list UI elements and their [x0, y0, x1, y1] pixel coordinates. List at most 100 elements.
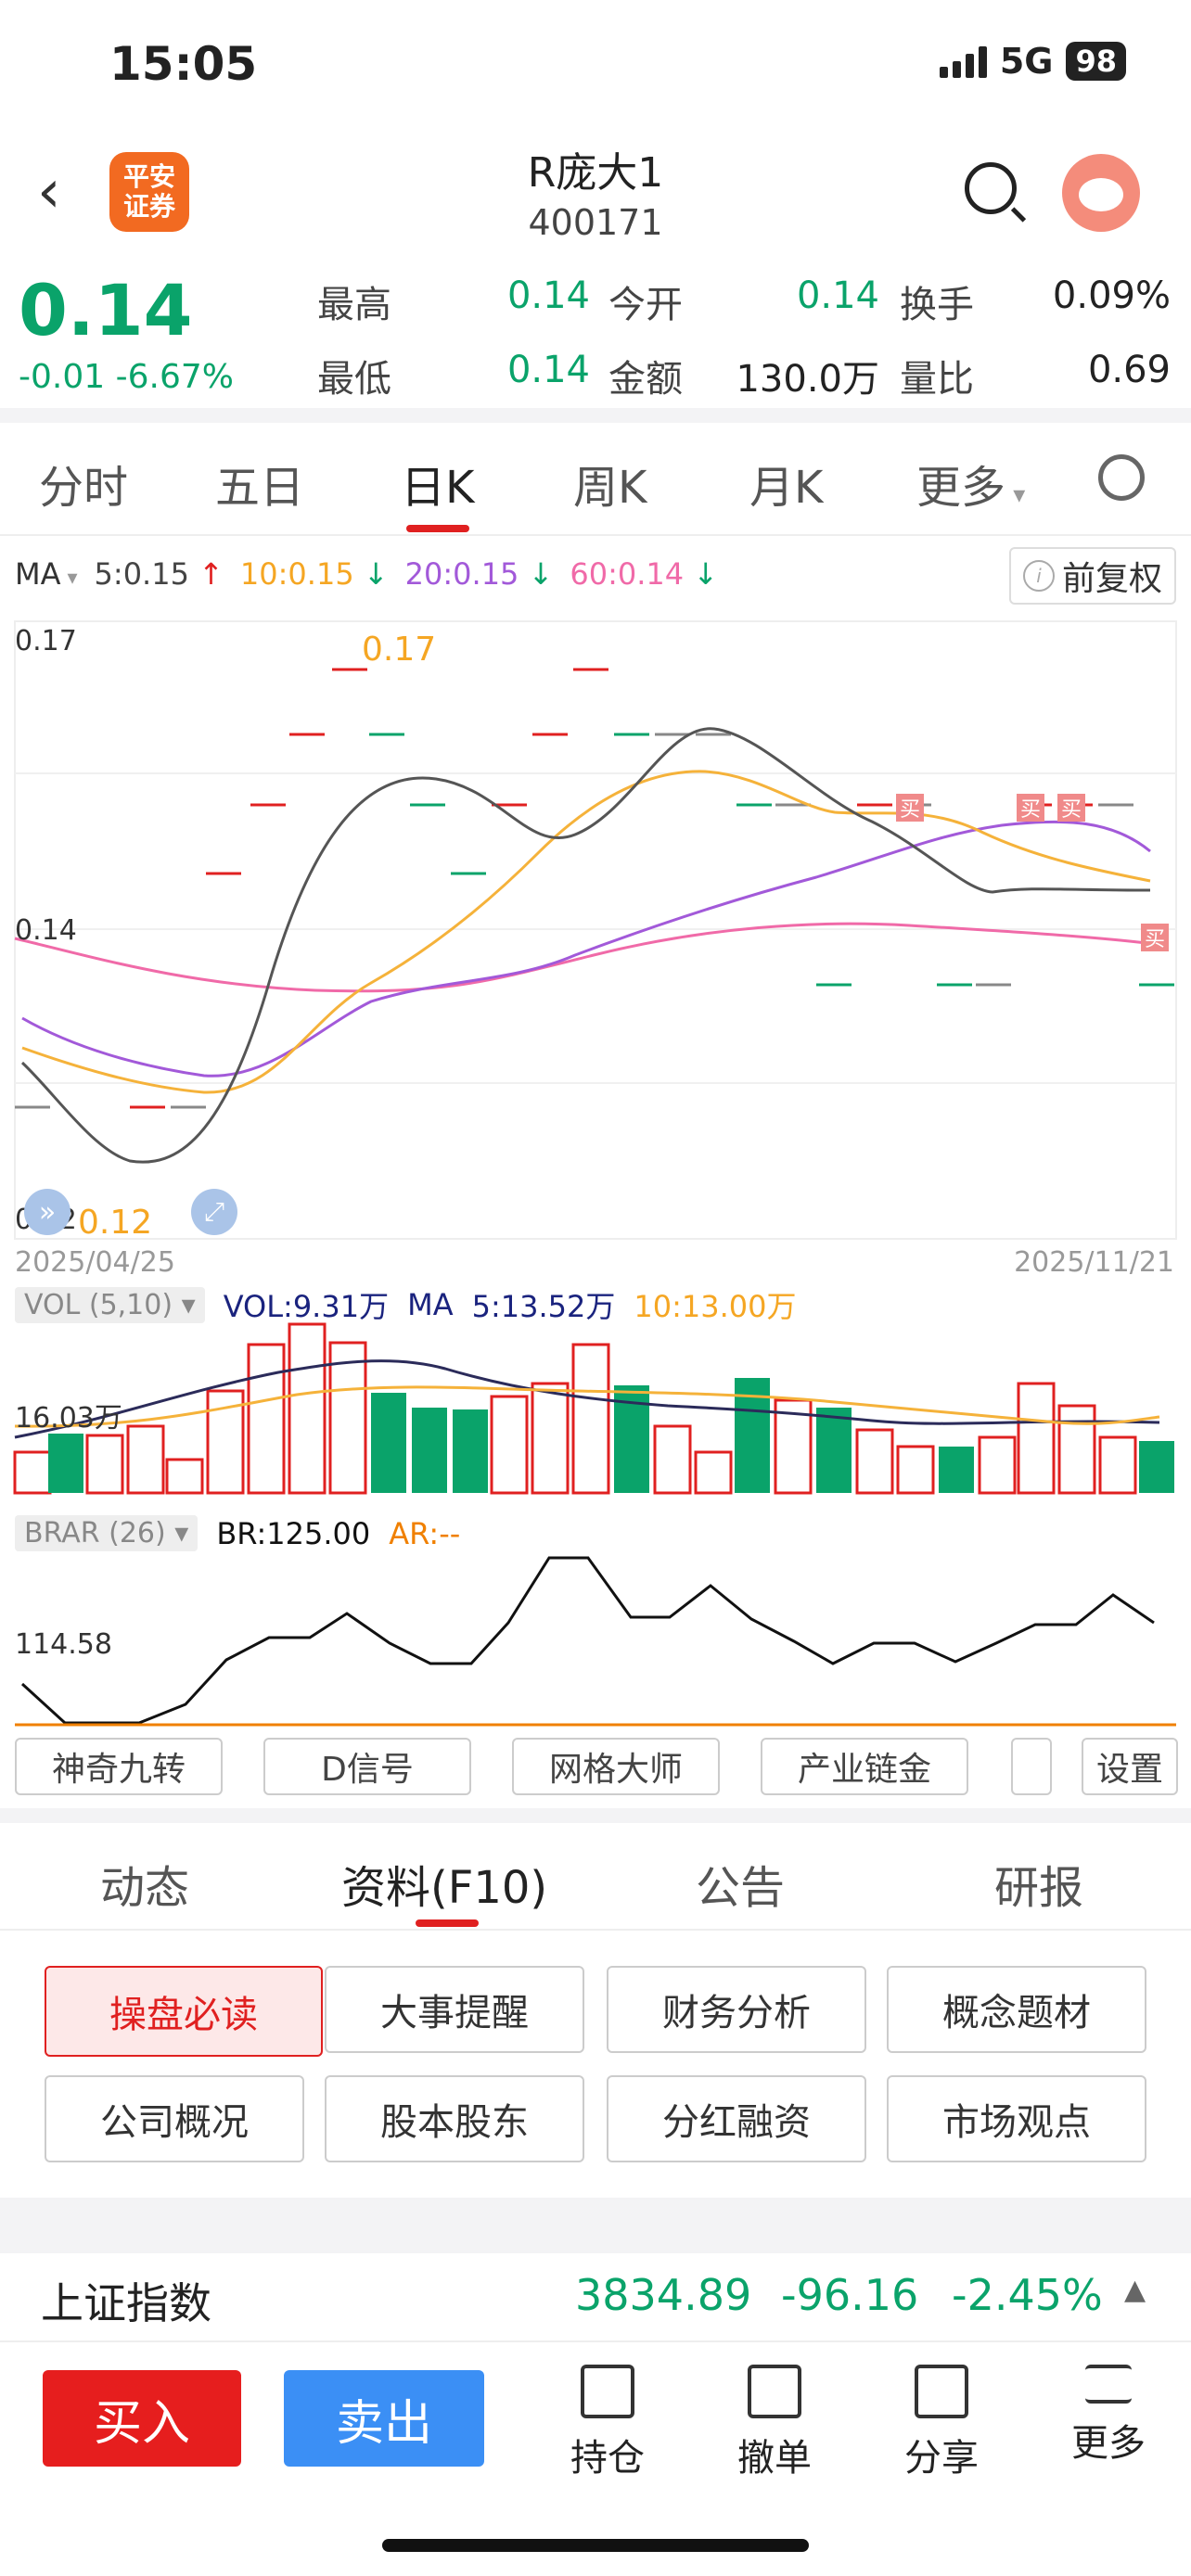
tab-research[interactable]: 研报	[994, 1851, 1083, 1916]
ma10-value: 10:0.15 ↓	[239, 556, 389, 592]
ma-label[interactable]: MA ▾	[15, 556, 78, 592]
quote-label-volratio: 量比	[900, 358, 974, 401]
ma60-line	[14, 922, 1155, 993]
share-button[interactable]: 分享	[890, 2365, 992, 2481]
network-label: 5G	[999, 41, 1054, 82]
volume-bar	[247, 1343, 286, 1495]
expand-up-icon[interactable]: ▲	[1124, 2274, 1146, 2306]
f10-market-views[interactable]: 市场观点	[887, 2075, 1146, 2162]
brar-chart[interactable]	[0, 1549, 1191, 1734]
section-divider	[0, 2198, 1191, 2253]
end-date: 2025/11/21	[1014, 1246, 1174, 1279]
tool-more[interactable]	[1011, 1738, 1052, 1795]
index-name[interactable]: 上证指数	[41, 2270, 211, 2331]
tab-underline	[406, 525, 469, 532]
brar-indicator-select[interactable]: BRAR (26) ▾	[15, 1515, 198, 1551]
kchart-y-high: 0.17	[15, 625, 77, 657]
volume-bar	[855, 1428, 894, 1495]
volume-bar	[85, 1434, 124, 1495]
f10-financial-analysis[interactable]: 财务分析	[607, 1966, 866, 2053]
volume-bar	[653, 1424, 692, 1495]
f10-must-read[interactable]: 操盘必读	[45, 1966, 323, 2057]
info-icon: i	[1022, 560, 1055, 592]
tool-grid-master[interactable]: 网格大师	[512, 1738, 720, 1795]
f10-concepts[interactable]: 概念题材	[887, 1966, 1146, 2053]
tab-monthly-k[interactable]: 月K	[749, 451, 823, 516]
volume-bar	[453, 1409, 488, 1493]
section-divider	[0, 1808, 1191, 1823]
status-time: 15:05	[109, 37, 258, 91]
tab-intraday[interactable]: 分时	[39, 451, 128, 516]
tool-settings[interactable]: 设置	[1082, 1738, 1178, 1795]
buy-signal-text: 买	[900, 798, 920, 822]
tool-magic-nine[interactable]: 神奇九转	[15, 1738, 223, 1795]
sell-button[interactable]: 卖出	[284, 2370, 484, 2467]
f10-dividends[interactable]: 分红融资	[607, 2075, 866, 2162]
positions-button[interactable]: 持仓	[557, 2365, 659, 2481]
quote-value-high: 0.14	[506, 274, 590, 317]
expand-icon[interactable]: »	[24, 1189, 70, 1235]
kchart-y-mid: 0.14	[15, 914, 77, 947]
ma5-value: 5:0.15 ↑	[94, 556, 224, 592]
gear-icon[interactable]	[1098, 454, 1145, 501]
ma10-line	[21, 770, 1151, 1094]
volume-bar	[126, 1424, 165, 1495]
volume-bar	[1057, 1404, 1096, 1495]
cancel-order-button[interactable]: 撤单	[724, 2365, 826, 2481]
tool-industry-chain[interactable]: 产业链金	[761, 1738, 968, 1795]
volume-chart[interactable]	[0, 1317, 1191, 1502]
tab-five-day[interactable]: 五日	[215, 451, 304, 516]
ma20-value: 20:0.15 ↓	[404, 556, 554, 592]
quote-label-low: 最低	[317, 358, 391, 401]
assistant-avatar[interactable]	[1062, 154, 1140, 232]
tool-d-signal[interactable]: D信号	[263, 1738, 471, 1795]
index-change: -96.16	[781, 2270, 919, 2320]
volume-bar	[896, 1445, 935, 1495]
f10-events[interactable]: 大事提醒	[325, 1966, 584, 2053]
volume-bar	[571, 1343, 610, 1495]
tab-daily-k[interactable]: 日K	[401, 451, 474, 516]
vol-y-label: 16.03万	[15, 1402, 122, 1435]
volume-bar	[1017, 1382, 1056, 1495]
price-change: -0.01 -6.67%	[19, 358, 234, 396]
status-icons: 5G 98	[939, 41, 1126, 82]
tab-weekly-k[interactable]: 周K	[573, 451, 647, 516]
volume-bar	[939, 1447, 974, 1493]
volume-bar	[694, 1450, 733, 1495]
tab-news[interactable]: 动态	[100, 1851, 189, 1916]
tab-more[interactable]: 更多 ▾	[916, 451, 1025, 516]
quote-value-turnover: 0.09%	[1052, 274, 1171, 317]
volume-bar	[288, 1322, 327, 1495]
tab-announcements[interactable]: 公告	[696, 1851, 785, 1916]
divider	[0, 1929, 1191, 1931]
adjust-button[interactable]: i 前复权	[1009, 547, 1176, 605]
buy-signal-text: 买	[1061, 798, 1082, 822]
kline-chart[interactable]: 买买买买	[0, 612, 1191, 1243]
ma20-line	[21, 820, 1151, 1078]
volume-bar	[978, 1435, 1017, 1495]
volume-bar	[371, 1393, 406, 1493]
more-button[interactable]: 更多	[1057, 2365, 1159, 2467]
search-icon[interactable]	[965, 162, 1017, 214]
volume-bar	[13, 1450, 52, 1495]
max-price-annotation: 0.17	[362, 631, 437, 669]
divider	[0, 2340, 1191, 2342]
share-icon	[915, 2365, 968, 2418]
menu-icon	[1085, 2365, 1132, 2404]
quote-value-amount: 130.0万	[736, 358, 879, 401]
buy-button[interactable]: 买入	[43, 2370, 241, 2467]
quote-value-low: 0.14	[506, 349, 590, 391]
f10-company-profile[interactable]: 公司概况	[45, 2075, 304, 2162]
f10-shareholders[interactable]: 股本股东	[325, 2075, 584, 2162]
ma5-line	[20, 727, 1151, 1164]
divider	[0, 534, 1191, 536]
volume-bar	[490, 1395, 529, 1495]
brar-legend: BRAR (26) ▾ BR:125.00 AR:--	[15, 1515, 460, 1551]
tab-f10[interactable]: 资料(F10)	[341, 1851, 547, 1916]
volume-bar	[165, 1458, 204, 1495]
quote-label-high: 最高	[317, 284, 391, 326]
br-line	[20, 1556, 1155, 1725]
current-price: 0.14	[19, 269, 193, 351]
volume-bar	[531, 1382, 570, 1495]
fullscreen-icon[interactable]: ⤢	[191, 1189, 237, 1235]
